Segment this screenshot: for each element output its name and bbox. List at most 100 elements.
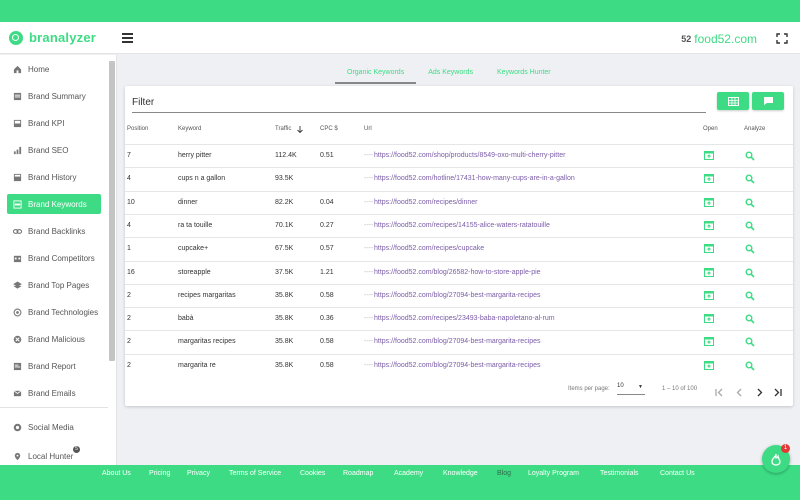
cpc-cell: 0.51 [320,152,334,159]
next-page-icon[interactable] [755,388,764,397]
sidebar-item-label: Brand Technologies [28,307,99,317]
brand-domain: food52.com [694,32,757,46]
footer-link-academy[interactable]: Academy [394,470,423,477]
link-icon [13,228,22,234]
open-external-icon[interactable] [704,314,714,324]
footer-link-blog[interactable]: Blog [497,470,511,477]
footer-link-terms-of-service[interactable]: Terms of Service [229,470,281,477]
url-link[interactable]: https://food52.com/blog/26582-how-to-sto… [374,269,541,276]
home-icon [13,65,22,73]
header-cpc[interactable]: CPC $ [320,126,338,132]
header-keyword[interactable]: Keyword [178,126,201,132]
footer-link-privacy[interactable]: Privacy [187,470,210,477]
sidebar-item-brand-seo[interactable]: Brand SEO [7,140,101,160]
sidebar-item-brand-kpi[interactable]: Brand KPI [7,113,101,133]
sidebar-scrollbar[interactable] [109,61,115,361]
open-external-icon[interactable] [704,220,714,230]
prev-page-icon[interactable] [735,388,744,397]
url-link[interactable]: https://food52.com/hotline/17431-how-man… [374,175,575,182]
analyze-search-icon[interactable] [745,244,755,254]
last-page-icon[interactable] [773,388,783,397]
traffic-cell: 35.8K [275,338,294,346]
url-link[interactable]: https://food52.com/blog/27094-best-marga… [374,362,541,369]
open-external-icon[interactable] [704,267,714,277]
url-prefix: ---- [364,315,374,323]
header-traffic[interactable]: Traffic [275,126,291,132]
url-link[interactable]: https://food52.com/blog/27094-best-marga… [374,338,541,345]
url-link[interactable]: https://food52.com/shop/products/8549-ox… [374,152,565,159]
sidebar-item-brand-backlinks[interactable]: Brand Backlinks [7,221,101,241]
sidebar-item-brand-history[interactable]: Brand History [7,167,101,187]
footer-link-cookies[interactable]: Cookies [300,470,325,477]
footer-link-knowledge[interactable]: Knowledge [443,470,478,477]
items-per-page-select[interactable]: 10 ▼ [617,383,645,395]
footer-link-loyalty-program[interactable]: Loyalty Program [528,470,579,477]
open-external-icon[interactable] [704,197,714,207]
analyze-search-icon[interactable] [745,174,755,184]
fullscreen-icon[interactable] [776,33,788,44]
tab-ads-keywords[interactable]: Ads Keywords [416,64,485,84]
tab-keywords-hunter[interactable]: Keywords Hunter [485,64,563,84]
sidebar-item-brand-summary[interactable]: Brand Summary [7,86,101,106]
first-page-icon[interactable] [715,388,724,397]
open-external-icon[interactable] [704,360,714,370]
sidebar-item-brand-keywords[interactable]: Brand Keywords [7,194,101,214]
url-link[interactable]: https://food52.com/recipes/14155-alice-w… [374,222,550,229]
table-row: 16 storeapple 37.5K 1.21 ---- https://food52.… [125,260,793,284]
header-open: Open [703,126,718,132]
analyze-search-icon[interactable] [745,221,755,231]
sidebar-item-brand-emails[interactable]: Brand Emails [7,383,101,403]
open-external-icon[interactable] [704,244,714,254]
feedback-button[interactable] [752,92,784,110]
keywords-card: Filter Position Keyword Traffic CPC $ Ur… [125,86,793,406]
url-link[interactable]: https://food52.com/blog/27094-best-marga… [374,292,541,299]
sidebar-item-brand-competitors[interactable]: Brand Competitors [7,248,101,268]
sidebar-item-home[interactable]: Home [7,59,101,79]
analyze-search-icon[interactable] [745,337,755,347]
footer-link-about-us[interactable]: About Us [102,470,131,477]
open-external-icon[interactable] [704,174,714,184]
open-external-icon[interactable] [704,151,714,160]
footer-link-pricing[interactable]: Pricing [149,470,170,477]
cpc-cell: 1.21 [320,268,334,276]
analyze-search-icon[interactable] [745,361,755,371]
traffic-cell: 70.1K [275,221,294,229]
header-position[interactable]: Position [127,126,148,132]
brand-selector[interactable]: 52 food52.com [681,32,757,46]
flame-icon [771,453,781,466]
open-external-icon[interactable] [704,290,714,300]
table-row: 7 herry pitter 112.4K 0.51 ---- https://food5… [125,144,793,167]
analyze-search-icon[interactable] [745,151,755,161]
open-external-icon[interactable] [704,337,714,347]
hamburger-menu-icon[interactable] [122,33,133,43]
tab-organic-keywords[interactable]: Organic Keywords [335,64,417,84]
url-link[interactable]: https://food52.com/recipes/23493-baba-na… [374,315,555,322]
filter-input[interactable]: Filter [132,92,706,113]
sidebar-item-label: Brand Top Pages [28,280,90,290]
url-link[interactable]: https://food52.com/recipes/dinner [374,199,478,206]
notification-badge: 1 [781,444,790,453]
analyze-search-icon[interactable] [745,291,755,301]
sidebar-item-brand-report[interactable]: Brand Report [7,356,101,376]
sort-arrow-down-icon[interactable] [297,126,303,133]
sidebar-item-brand-top-pages[interactable]: Brand Top Pages [7,275,101,295]
sidebar-item-social-media[interactable]: Social Media [7,417,101,437]
table-row: 2 recipes margaritas 35.8K 0.58 ---- https://… [125,283,793,307]
pagination-range: 1 – 10 of 100 [662,386,698,392]
footer-link-testimonials[interactable]: Testimonials [600,470,639,477]
sidebar-item-brand-technologies[interactable]: Brand Technologies [7,302,101,322]
social-icon [13,423,22,431]
sidebar-item-brand-malicious[interactable]: Brand Malicious [7,329,101,349]
logo[interactable]: branalyzer [9,30,96,45]
analyze-search-icon[interactable] [745,314,755,324]
url-link[interactable]: https://food52.com/recipes/cupcake [374,245,484,252]
footer-link-roadmap[interactable]: Roadmap [343,470,373,477]
footer-link-contact-us[interactable]: Contact Us [660,470,695,477]
position-cell: 4 [127,175,131,183]
sidebar-item-local-hunter[interactable]: Local Hunter [7,446,101,465]
brand-mark: 52 [681,34,692,44]
export-table-button[interactable] [717,92,749,110]
analyze-search-icon[interactable] [745,268,755,278]
analyze-search-icon[interactable] [745,198,755,208]
cpc-cell: 0.58 [320,361,334,369]
